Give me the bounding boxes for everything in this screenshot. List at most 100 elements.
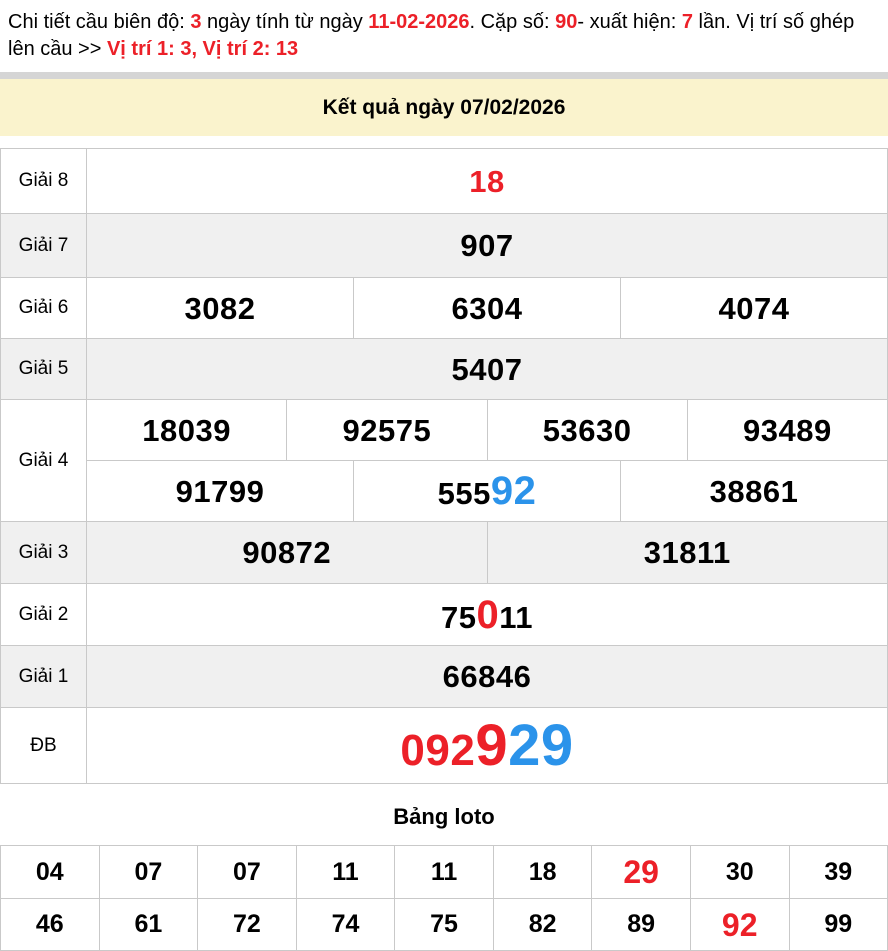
prize-cell: 38861 <box>620 461 887 521</box>
prize-label-dac-biet: ĐB <box>1 708 87 783</box>
loto-cell: 89 <box>591 899 690 950</box>
loto-cell: 99 <box>789 899 888 950</box>
loto-number: 39 <box>824 860 852 885</box>
prize-value: 3082 <box>185 293 256 324</box>
prize-value-highlight-red: 092 <box>400 726 475 775</box>
prize-value: 75011 <box>441 595 533 635</box>
prize-row-giai-5: Giải 5 5407 <box>1 338 887 399</box>
prize-cell: 31811 <box>487 522 888 583</box>
loto-cell: 82 <box>493 899 592 950</box>
prize-label-giai-3: Giải 3 <box>1 522 87 583</box>
prize-label-giai-8: Giải 8 <box>1 149 87 213</box>
prize-value-highlight: 0 <box>476 593 499 637</box>
prize-row-giai-1: Giải 1 66846 <box>1 645 887 707</box>
loto-number: 99 <box>824 912 852 937</box>
prize-row-giai-2: Giải 2 75011 <box>1 583 887 645</box>
loto-number-highlight: 29 <box>623 856 659 888</box>
loto-cell: 11 <box>296 846 395 898</box>
prize-value: 92575 <box>343 415 432 446</box>
prize-value: 38861 <box>710 476 799 507</box>
prize-row-giai-6: Giải 6 3082 6304 4074 <box>1 277 887 338</box>
loto-number: 75 <box>430 912 458 937</box>
prize-value-highlight-red-large: 9 <box>475 713 508 778</box>
loto-cell: 72 <box>197 899 296 950</box>
prize-value: 31811 <box>644 537 731 568</box>
prize-value: 4074 <box>719 293 790 324</box>
prize-cell: 91799 <box>87 461 353 521</box>
loto-row-2: 46 61 72 74 75 82 89 92 99 <box>1 898 887 950</box>
loto-table-title: Bảng loto <box>0 804 888 830</box>
prize-value-part: 75 <box>441 600 476 635</box>
prize-label-giai-6: Giải 6 <box>1 278 87 338</box>
prize-row-giai-4: Giải 4 18039 92575 53630 93489 91799 555… <box>1 399 887 521</box>
prize-cell: 92575 <box>286 400 486 460</box>
loto-cell: 18 <box>493 846 592 898</box>
prize-cell: 5407 <box>87 339 887 399</box>
prize-label-giai-5: Giải 5 <box>1 339 87 399</box>
divider-bar <box>0 72 888 79</box>
loto-cell: 46 <box>1 899 99 950</box>
prize-value: 092929 <box>400 717 573 775</box>
prize-label-giai-1: Giải 1 <box>1 646 87 707</box>
prize-cell: 4074 <box>620 278 887 338</box>
loto-cell: 74 <box>296 899 395 950</box>
loto-number: 72 <box>233 912 261 937</box>
loto-number: 11 <box>332 860 358 885</box>
prize-value-highlight-blue-large: 29 <box>508 713 574 778</box>
loto-number: 61 <box>134 912 162 937</box>
prize-cell: 93489 <box>687 400 887 460</box>
prize-value: 53630 <box>543 415 632 446</box>
loto-row-1: 04 07 07 11 11 18 29 30 39 <box>1 846 887 898</box>
prize-cell: 75011 <box>87 584 887 645</box>
prize-cell: 3082 <box>87 278 353 338</box>
prize-cell: 092929 <box>87 708 887 783</box>
loto-table: 04 07 07 11 11 18 29 30 39 46 61 72 74 7… <box>0 845 888 951</box>
prize-value: 18 <box>469 166 504 197</box>
prize-row-giai-7: Giải 7 907 <box>1 213 887 277</box>
prize-label-giai-7: Giải 7 <box>1 214 87 277</box>
loto-cell: 39 <box>789 846 888 898</box>
loto-number: 74 <box>332 912 360 937</box>
note-highlight-positions: Vị trí 1: 3, Vị trí 2: 13 <box>107 38 298 60</box>
loto-number: 46 <box>36 912 64 937</box>
prize-value: 55592 <box>438 471 537 511</box>
loto-cell: 29 <box>591 846 690 898</box>
prize-value: 907 <box>460 230 513 261</box>
note-text: - xuất hiện: <box>577 11 682 33</box>
prize-row-giai-8: Giải 8 18 <box>1 149 887 213</box>
prize-cell: 66846 <box>87 646 887 707</box>
note-highlight-count: 7 <box>682 11 693 33</box>
prize-results-table: Giải 8 18 Giải 7 907 Giải 6 3082 6304 40… <box>0 148 888 784</box>
loto-number: 11 <box>431 860 457 885</box>
result-date-banner: Kết quả ngày 07/02/2026 <box>0 79 888 136</box>
note-highlight-amplitude: 3 <box>190 11 201 33</box>
loto-cell: 07 <box>99 846 198 898</box>
loto-number-highlight: 92 <box>722 909 758 941</box>
prize-value: 93489 <box>743 415 832 446</box>
prize-cell: 90872 <box>87 522 487 583</box>
loto-number: 89 <box>627 912 655 937</box>
prize-row-giai-3: Giải 3 90872 31811 <box>1 521 887 583</box>
loto-cell: 11 <box>394 846 493 898</box>
prize-label-giai-4: Giải 4 <box>1 400 87 521</box>
loto-number: 07 <box>233 860 261 885</box>
prize-cell: 55592 <box>353 461 620 521</box>
prize-value: 91799 <box>176 476 265 507</box>
prize-label-giai-2: Giải 2 <box>1 584 87 645</box>
prize-row-dac-biet: ĐB 092929 <box>1 707 887 783</box>
prize-value: 5407 <box>452 354 523 385</box>
note-highlight-pair: 90 <box>555 11 577 33</box>
note-text: . Cặp số: <box>470 11 556 33</box>
loto-number: 18 <box>529 860 557 885</box>
loto-number: 07 <box>134 860 162 885</box>
prize-value-part: 11 <box>499 600 533 635</box>
note-text: Chi tiết cầu biên độ: <box>8 11 190 33</box>
loto-cell: 07 <box>197 846 296 898</box>
prize-cell: 6304 <box>353 278 620 338</box>
result-date-title: Kết quả ngày 07/02/2026 <box>323 96 566 120</box>
note-text: ngày tính từ ngày <box>201 11 368 33</box>
page: Chi tiết cầu biên độ: 3 ngày tính từ ngà… <box>0 0 888 951</box>
cau-detail-note: Chi tiết cầu biên độ: 3 ngày tính từ ngà… <box>0 0 888 69</box>
prize-value: 6304 <box>452 293 523 324</box>
prize-value: 90872 <box>242 537 331 568</box>
